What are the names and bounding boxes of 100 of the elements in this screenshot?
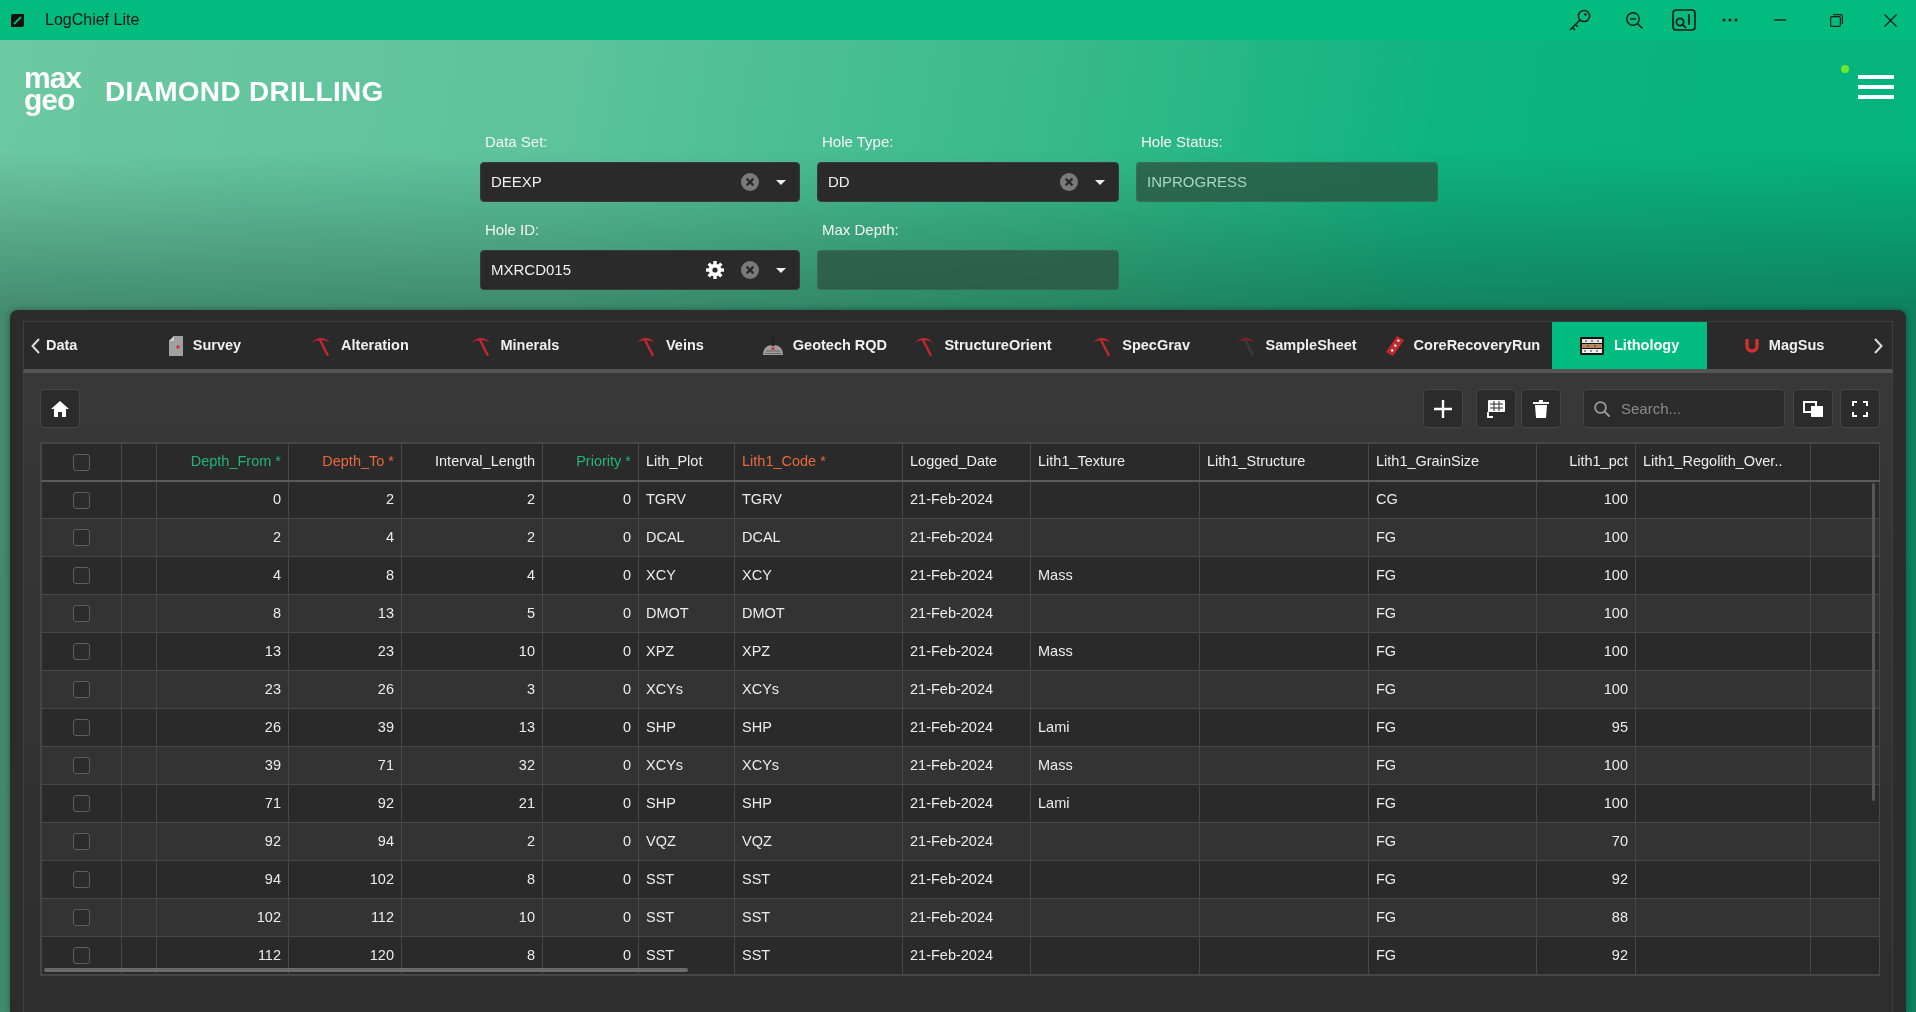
zoom-out-icon[interactable] <box>1626 11 1643 29</box>
table-cell: 2 <box>288 480 402 519</box>
vertical-scrollbar[interactable] <box>1872 483 1875 801</box>
key-icon[interactable] <box>1568 9 1591 31</box>
row-checkbox[interactable] <box>73 947 90 965</box>
table-cell: 0 <box>542 594 639 633</box>
table-cell: 8 <box>401 860 543 899</box>
horizontal-scrollbar[interactable] <box>44 968 688 972</box>
table-cell: 4 <box>156 556 289 595</box>
table-cell: Mass <box>1030 556 1200 595</box>
row-checkbox[interactable] <box>73 605 90 623</box>
tab[interactable]: MagSus <box>1707 322 1863 369</box>
table-cell: FG <box>1368 746 1537 785</box>
row-checkbox[interactable] <box>73 643 90 661</box>
chevron-right-icon[interactable] <box>1874 337 1883 354</box>
row-checkbox[interactable] <box>73 833 90 851</box>
add-button[interactable] <box>1423 389 1463 428</box>
table-cell: 0 <box>542 860 639 899</box>
select-all-checkbox[interactable] <box>73 453 90 471</box>
caret-icon[interactable] <box>776 179 786 185</box>
edit-rows-button[interactable] <box>1476 389 1516 428</box>
tab[interactable]: CoreRecoveryRun <box>1373 322 1553 369</box>
clear-icon[interactable] <box>741 173 759 191</box>
delete-button[interactable] <box>1521 389 1561 428</box>
table-cell: FG <box>1368 860 1537 899</box>
table-cell: 2 <box>401 518 543 557</box>
table-cell: 23 <box>156 670 289 709</box>
row-checkbox[interactable] <box>73 681 90 699</box>
tab[interactable]: Survey <box>127 322 283 369</box>
restore-icon[interactable] <box>1829 13 1843 27</box>
dropdown-field[interactable]: DD <box>817 162 1119 202</box>
fullscreen-button[interactable] <box>1840 389 1880 428</box>
home-button[interactable] <box>40 389 80 428</box>
tab[interactable]: Minerals <box>437 322 593 369</box>
field-label: Hole Type: <box>821 132 895 152</box>
table-cell: TGRV <box>638 480 735 519</box>
table-cell: SHP <box>638 708 735 747</box>
table-cell: XCYs <box>638 670 735 709</box>
table-cell: XCYs <box>638 746 735 785</box>
copy-button[interactable] <box>1793 389 1833 428</box>
caret-icon[interactable] <box>1095 179 1105 185</box>
column-header: Lith_Plot <box>638 443 735 481</box>
settings-icon[interactable] <box>706 261 724 279</box>
drill-core-icon <box>1385 335 1404 356</box>
tab[interactable]: Alteration <box>282 322 438 369</box>
chevron-left-icon[interactable] <box>31 337 40 354</box>
column-header: Logged_Date <box>902 443 1031 481</box>
more-icon[interactable] <box>1722 18 1738 22</box>
search-field[interactable]: Search... <box>1583 389 1785 428</box>
menu-icon[interactable] <box>1858 74 1894 99</box>
table-cell: 95 <box>1536 708 1636 747</box>
trash-icon <box>1533 399 1549 418</box>
column-header: Lith1_Structure <box>1199 443 1369 481</box>
tab[interactable]: Veins <box>592 322 748 369</box>
clear-icon[interactable] <box>741 261 759 279</box>
tab[interactable]: Data <box>46 322 128 369</box>
table-cell: 21-Feb-2024 <box>902 860 1031 899</box>
table-cell: 71 <box>288 746 402 785</box>
dropdown-field[interactable]: DEEXP <box>480 162 800 202</box>
copy-icon <box>1803 400 1823 417</box>
pickaxe-icon <box>1235 335 1256 356</box>
row-checkbox[interactable] <box>73 719 90 737</box>
table-cell: Lami <box>1030 708 1200 747</box>
column-header: Lith1_Code * <box>734 443 903 481</box>
row-checkbox[interactable] <box>73 795 90 813</box>
tab[interactable]: SampleSheet <box>1218 322 1374 369</box>
table-cell: 21-Feb-2024 <box>902 936 1031 975</box>
dropdown-field[interactable]: MXRCD015 <box>480 250 800 290</box>
table-cell: DMOT <box>734 594 903 633</box>
table-cell: 26 <box>288 670 402 709</box>
tab[interactable]: SpecGrav <box>1063 322 1219 369</box>
fullscreen-icon <box>1852 400 1868 417</box>
row-checkbox[interactable] <box>73 491 90 509</box>
row-checkbox[interactable] <box>73 871 90 889</box>
table-cell: 0 <box>542 518 639 557</box>
row-checkbox[interactable] <box>73 529 90 547</box>
window-title: LogChief Lite <box>45 10 140 30</box>
row-checkbox[interactable] <box>73 909 90 927</box>
table-cell: 71 <box>156 784 289 823</box>
table-cell: FG <box>1368 556 1537 595</box>
table-cell: 8 <box>156 594 289 633</box>
row-checkbox[interactable] <box>73 567 90 585</box>
screen-search-icon[interactable] <box>1672 9 1696 31</box>
magnet-icon <box>1744 338 1759 353</box>
table-cell: FG <box>1368 784 1537 823</box>
tab[interactable]: StructureOrient <box>902 322 1064 369</box>
row-checkbox[interactable] <box>73 757 90 775</box>
table-cell: SST <box>638 860 735 899</box>
clear-icon[interactable] <box>1060 173 1078 191</box>
table-cell: SST <box>734 898 903 937</box>
table-cell: FG <box>1368 898 1537 937</box>
table-cell: 21-Feb-2024 <box>902 746 1031 785</box>
table-cell: 112 <box>288 898 402 937</box>
close-icon[interactable] <box>1884 13 1897 27</box>
table-cell: 4 <box>288 518 402 557</box>
pickaxe-icon <box>636 335 656 356</box>
caret-icon[interactable] <box>776 267 786 273</box>
table-cell: FG <box>1368 670 1537 709</box>
table-cell: FG <box>1368 708 1537 747</box>
tab[interactable]: Geotech RQD <box>747 322 903 369</box>
